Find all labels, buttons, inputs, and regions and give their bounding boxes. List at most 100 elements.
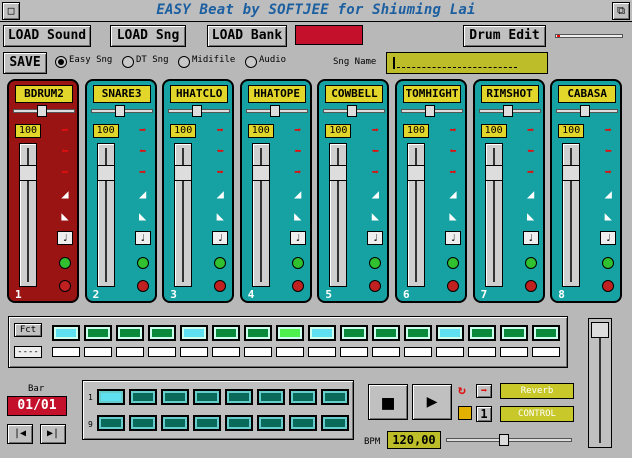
sequence-slot[interactable]: [97, 415, 125, 431]
channel-strip[interactable]: HHATOPE 100 ➡ ⬅ ➡ ◢ ◣ ♩ 4: [239, 79, 312, 303]
volume-slider-thumb[interactable]: [174, 165, 193, 181]
red-led-icon[interactable]: [524, 280, 537, 292]
volume-slider-thumb[interactable]: [96, 165, 115, 181]
sequence-slot[interactable]: [321, 415, 349, 431]
arrow-left-icon[interactable]: ⬅: [212, 144, 228, 158]
red-led-icon[interactable]: [291, 280, 304, 292]
note-icon[interactable]: ♩: [134, 231, 151, 245]
channel-name[interactable]: BDRUM2: [15, 85, 73, 103]
pattern-step-button[interactable]: [340, 325, 368, 341]
arrow-right-icon[interactable]: ➡: [212, 123, 228, 137]
channel-strip[interactable]: CABASA 100 ➡ ⬅ ➡ ◢ ◣ ♩ 8: [550, 79, 623, 303]
pan-slider-thumb[interactable]: [502, 105, 513, 117]
pan-slider-thumb[interactable]: [192, 105, 203, 117]
sequence-slot[interactable]: [193, 389, 221, 405]
arrow-right-icon[interactable]: ➡: [445, 165, 461, 179]
ramp-up-icon[interactable]: ◢: [445, 187, 461, 201]
volume-slider-thumb[interactable]: [484, 165, 503, 181]
red-led-icon[interactable]: [447, 280, 459, 292]
sequence-slot[interactable]: [289, 415, 317, 431]
arrow-left-icon[interactable]: ⬅: [57, 144, 73, 158]
arrow-right-icon[interactable]: ➡: [290, 123, 306, 137]
arrow-right-icon[interactable]: ➡: [212, 165, 228, 179]
close-button[interactable]: □: [2, 2, 20, 20]
note-icon[interactable]: ♩: [600, 231, 617, 245]
red-led-icon[interactable]: [602, 280, 615, 292]
radio-audio[interactable]: [245, 56, 257, 68]
sequence-slot[interactable]: [225, 389, 253, 405]
load-bank-button[interactable]: LOAD Bank: [207, 25, 287, 47]
ramp-up-icon[interactable]: ◢: [523, 187, 539, 201]
lock-icon[interactable]: [458, 406, 472, 420]
volume-slider-thumb[interactable]: [329, 165, 348, 181]
note-icon[interactable]: ♩: [212, 231, 229, 245]
green-led-icon[interactable]: [369, 257, 382, 269]
pattern-step-button[interactable]: [84, 325, 112, 341]
green-led-icon[interactable]: [291, 257, 304, 269]
note-icon[interactable]: ♩: [367, 231, 384, 245]
green-led-icon[interactable]: [524, 257, 537, 269]
ramp-down-icon[interactable]: ◣: [57, 209, 73, 223]
sequence-slot[interactable]: [97, 389, 125, 405]
arrow-left-icon[interactable]: ⬅: [367, 144, 383, 158]
note-icon[interactable]: ♩: [445, 231, 461, 245]
arrow-left-icon[interactable]: ⬅: [135, 144, 151, 158]
sequence-slot[interactable]: [129, 415, 157, 431]
volume-slider-thumb[interactable]: [251, 165, 270, 181]
channel-name[interactable]: HHATCLO: [170, 85, 229, 103]
pan-slider-thumb[interactable]: [580, 105, 591, 117]
green-led-icon[interactable]: [447, 257, 459, 269]
radio-easy-sng[interactable]: [55, 56, 67, 68]
arrow-right-icon[interactable]: ➡: [135, 165, 151, 179]
pattern-step-button[interactable]: [500, 325, 528, 341]
sequence-slot[interactable]: [193, 415, 221, 431]
ramp-down-icon[interactable]: ◣: [367, 209, 383, 223]
control-button[interactable]: CONTROL: [500, 406, 574, 422]
radio-dt-sng[interactable]: [122, 56, 134, 68]
bpm-slider[interactable]: [446, 434, 572, 446]
stop-button[interactable]: ■: [368, 384, 408, 420]
forward-icon[interactable]: ➡: [476, 384, 492, 398]
channel-name[interactable]: COWBELL: [325, 85, 384, 103]
pattern-step-button[interactable]: [212, 325, 240, 341]
arrow-right-icon[interactable]: ➡: [600, 123, 616, 137]
volume-slider-thumb[interactable]: [562, 165, 581, 181]
volume-slider-thumb[interactable]: [19, 165, 37, 181]
ramp-up-icon[interactable]: ◢: [290, 187, 306, 201]
depth-button[interactable]: ⧉: [612, 2, 630, 20]
load-sound-button[interactable]: LOAD Sound: [3, 25, 91, 47]
pattern-step-button[interactable]: [244, 325, 272, 341]
ramp-up-icon[interactable]: ◢: [57, 187, 73, 201]
bpm-slider-thumb[interactable]: [499, 434, 509, 446]
fct-button[interactable]: Fct: [14, 323, 42, 337]
sequence-slot[interactable]: [321, 389, 349, 405]
green-led-icon[interactable]: [136, 257, 149, 269]
pan-slider-thumb[interactable]: [114, 105, 125, 117]
pattern-step-button[interactable]: [116, 325, 144, 341]
arrow-right-icon[interactable]: ➡: [367, 123, 383, 137]
ramp-up-icon[interactable]: ◢: [367, 187, 383, 201]
pattern-step-button[interactable]: [308, 325, 336, 341]
arrow-right-icon[interactable]: ➡: [57, 165, 73, 179]
channel-strip[interactable]: SNARE3 100 ➡ ⬅ ➡ ◢ ◣ ♩ 2: [84, 79, 157, 303]
green-led-icon[interactable]: [602, 257, 615, 269]
red-led-icon[interactable]: [214, 280, 227, 292]
count-button[interactable]: 1: [476, 406, 492, 422]
channel-name[interactable]: HHATOPE: [247, 85, 306, 103]
pan-slider-thumb[interactable]: [347, 105, 358, 117]
red-led-icon[interactable]: [59, 280, 71, 292]
arrow-right-icon[interactable]: ➡: [523, 123, 539, 137]
ramp-down-icon[interactable]: ◣: [135, 209, 151, 223]
arrow-right-icon[interactable]: ➡: [135, 123, 151, 137]
sequence-slot[interactable]: [289, 389, 317, 405]
pattern-step-button[interactable]: [148, 325, 176, 341]
arrow-left-icon[interactable]: ⬅: [290, 144, 306, 158]
arrow-left-icon[interactable]: ⬅: [523, 144, 539, 158]
note-icon[interactable]: ♩: [57, 231, 73, 245]
master-volume-slider[interactable]: [588, 318, 612, 448]
pattern-step-button[interactable]: [436, 325, 464, 341]
arrow-right-icon[interactable]: ➡: [57, 123, 73, 137]
arrow-right-icon[interactable]: ➡: [600, 165, 616, 179]
reverb-button[interactable]: Reverb: [500, 383, 574, 399]
bpm-display[interactable]: 120,00: [387, 431, 441, 449]
